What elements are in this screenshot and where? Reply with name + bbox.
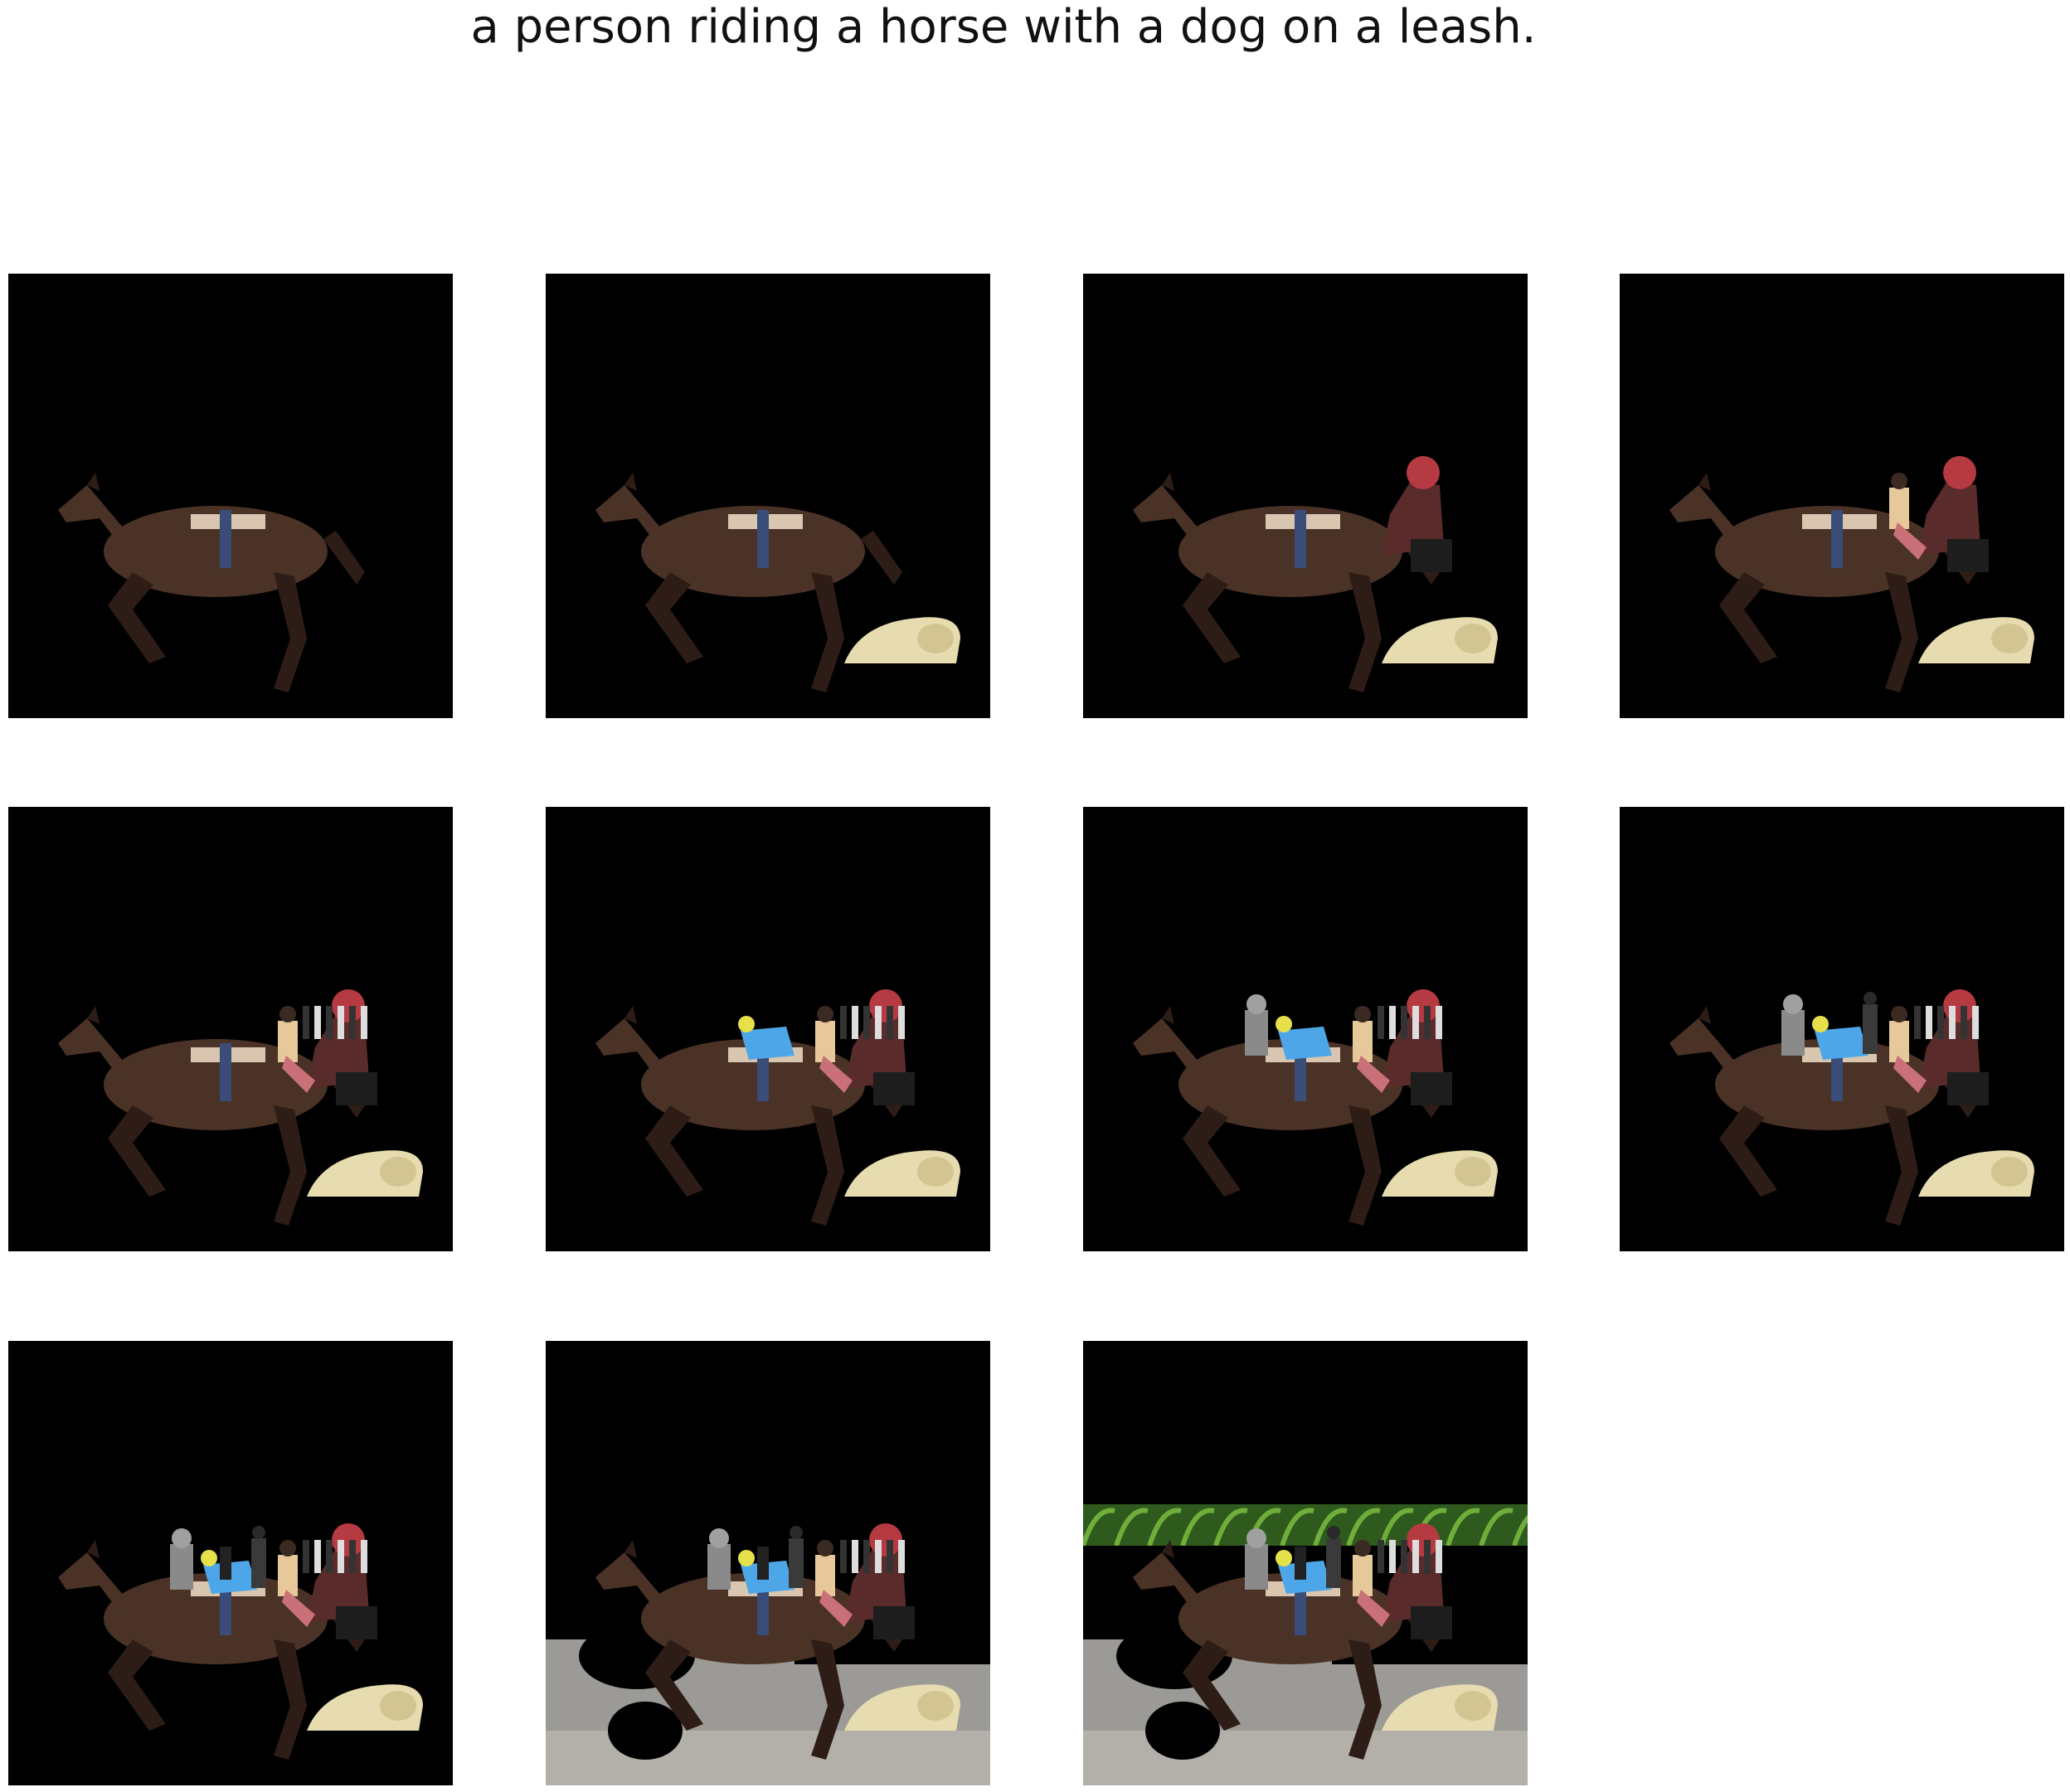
frame-9 [8, 1341, 453, 1785]
frame-image [58, 473, 365, 692]
frame-image [1669, 456, 2034, 692]
frame-11 [1083, 1341, 1528, 1785]
small-figure-icon [220, 1547, 231, 1580]
frame-10 [546, 1341, 990, 1785]
dark-figure-icon [1326, 1526, 1341, 1588]
dark-figure-icon [251, 1526, 266, 1588]
dark-figure-icon [1863, 992, 1878, 1054]
dog-icon [307, 1150, 423, 1197]
dog-icon [844, 1150, 960, 1197]
frame-8 [1620, 807, 2064, 1251]
small-figure-icon [1295, 1547, 1306, 1580]
gray-figure-icon [1245, 994, 1268, 1056]
gray-figure-icon [1245, 1528, 1268, 1590]
dog-icon [1918, 1150, 2034, 1197]
gray-figure-icon [1781, 994, 1805, 1056]
small-figure-icon [757, 1547, 769, 1580]
dog-icon [1382, 617, 1498, 663]
horse-icon [58, 473, 365, 692]
frame-image [58, 989, 423, 1226]
frame-image [1133, 989, 1498, 1226]
gray-figure-icon [170, 1528, 193, 1590]
frame-7 [1083, 807, 1528, 1251]
frame-5 [8, 807, 453, 1251]
gray-figure-icon [707, 1528, 731, 1590]
dog-icon [844, 617, 960, 663]
dark-figure-icon [789, 1526, 804, 1588]
frame-image [1083, 1504, 1528, 1785]
frame-1 [8, 274, 453, 718]
frame-2 [546, 274, 990, 718]
frame-image [595, 989, 960, 1226]
frame-6 [546, 807, 990, 1251]
dog-icon [307, 1684, 423, 1731]
dog-icon [1918, 617, 2034, 663]
dog-icon [1382, 1150, 1498, 1197]
frame-image [1133, 456, 1498, 692]
frame-image [58, 1523, 423, 1760]
caption: a person riding a horse with a dog on a … [470, 0, 1537, 54]
frame-4 [1620, 274, 2064, 718]
frame-image [546, 1523, 990, 1785]
frame-image [1669, 989, 2034, 1226]
frame-3 [1083, 274, 1528, 718]
frame-image [595, 473, 960, 692]
